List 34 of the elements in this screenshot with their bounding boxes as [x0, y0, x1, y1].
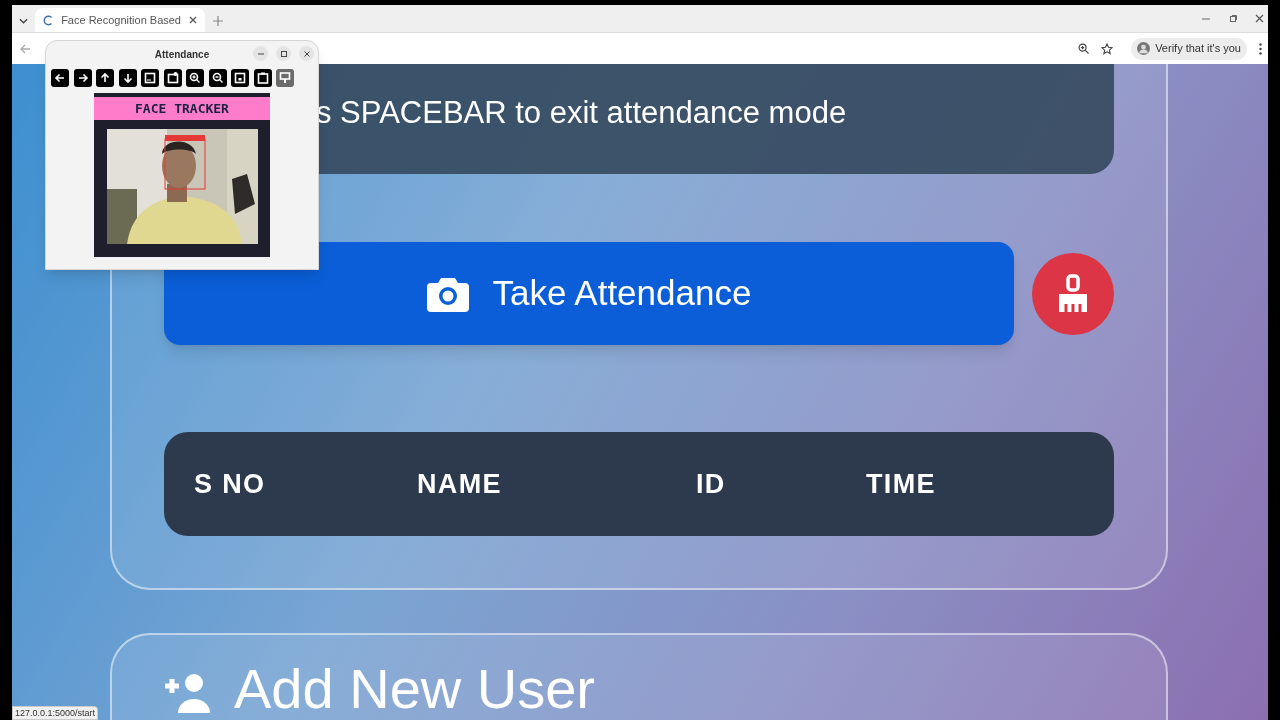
tracker-header: FACE TRACKER	[94, 97, 270, 120]
menu-icon[interactable]	[1259, 42, 1262, 55]
camera-icon	[426, 275, 469, 312]
zoom-icon[interactable]	[1078, 43, 1090, 54]
profile-button[interactable]: Verify that it's you	[1131, 37, 1247, 60]
status-url: 127.0.0.1:5000/start	[12, 706, 99, 720]
window-title: Attendance	[154, 47, 210, 62]
add-user-icon	[164, 673, 212, 713]
close-button[interactable]	[299, 46, 314, 61]
bookmark-star-icon[interactable]	[1101, 42, 1114, 55]
image-icon[interactable]	[141, 69, 159, 87]
section-title: Add New User	[234, 661, 596, 717]
maximize-icon	[280, 50, 287, 57]
close-icon	[303, 50, 310, 57]
restore-icon[interactable]	[1230, 15, 1237, 22]
close-icon[interactable]	[1255, 14, 1264, 23]
avatar-icon	[1137, 42, 1151, 55]
tab-title: Face Recognition Based	[61, 12, 181, 28]
zoom-in-icon[interactable]	[186, 69, 204, 87]
image-icon[interactable]	[163, 69, 182, 87]
minimize-button[interactable]	[253, 46, 268, 61]
close-icon[interactable]	[189, 16, 197, 24]
take-attendance-button[interactable]: Take Attendance	[164, 242, 1014, 345]
column-header: ID	[696, 467, 727, 501]
clipboard-icon[interactable]	[253, 69, 272, 87]
column-header: TIME	[866, 467, 936, 501]
maximize-button[interactable]	[276, 46, 291, 61]
column-header: NAME	[417, 467, 503, 501]
column-header: S NO	[193, 467, 267, 501]
save-icon[interactable]	[231, 69, 249, 87]
loading-icon	[43, 14, 54, 26]
minimize-icon	[257, 52, 264, 55]
zoom-out-icon[interactable]	[208, 69, 227, 87]
browser-tab[interactable]: Face Recognition Based	[35, 8, 205, 32]
